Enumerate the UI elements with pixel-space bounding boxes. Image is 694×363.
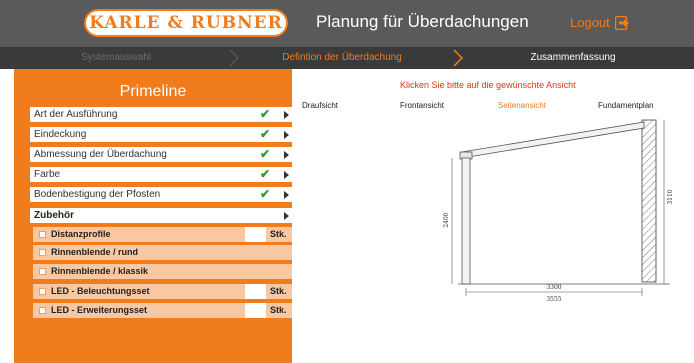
roof-beam bbox=[461, 121, 645, 159]
accessory-led-beleuchtungsset: LED - Beleuchtungsset Stk. bbox=[33, 284, 292, 299]
view-tab-fundamentplan[interactable]: Fundamentplan bbox=[598, 101, 654, 110]
quantity-input[interactable] bbox=[245, 227, 266, 242]
accessory-label: LED - Beleuchtungsset bbox=[51, 286, 150, 296]
view-instruction: Klicken Sie bitte auf die gewünschte Ans… bbox=[400, 80, 576, 90]
accessory-checkbox[interactable] bbox=[39, 249, 46, 256]
menu-item-label: Zubehör bbox=[34, 210, 74, 221]
step-definition[interactable]: Defintion der Überdachung bbox=[232, 47, 452, 69]
accessory-label: Rinnenblende / klassik bbox=[51, 266, 149, 276]
unit-label: Stk. bbox=[270, 305, 287, 315]
side-view-drawing: 2400 3110 3300 3555 bbox=[443, 119, 674, 303]
dim-depth-outer: 3555 bbox=[546, 296, 561, 303]
quantity-input[interactable] bbox=[245, 284, 266, 299]
app-title: Planung für Überdachungen bbox=[316, 12, 529, 31]
unit-label: Stk. bbox=[270, 229, 287, 239]
logout-icon bbox=[614, 15, 629, 30]
accessory-label: LED - Erweiterungsset bbox=[51, 305, 148, 315]
check-icon: ✔ bbox=[260, 127, 271, 141]
menu-item-label: Abmessung der Überdachung bbox=[34, 149, 167, 160]
accessory-rinnenblende-rund: Rinnenblende / rund bbox=[33, 245, 292, 260]
check-icon: ✔ bbox=[260, 147, 271, 161]
menu-item-art-der-ausfuehrung[interactable]: Art der Ausführung ✔ bbox=[30, 107, 292, 122]
arrow-right-icon bbox=[284, 111, 289, 119]
menu-item-eindeckung[interactable]: Eindeckung ✔ bbox=[30, 127, 292, 142]
view-tab-seitenansicht[interactable]: Seitenansicht bbox=[498, 101, 546, 110]
unit-label: Stk. bbox=[270, 286, 287, 296]
logout-button[interactable]: Logout bbox=[570, 15, 629, 30]
menu-item-farbe[interactable]: Farbe ✔ bbox=[30, 167, 292, 182]
accessory-label: Rinnenblende / rund bbox=[51, 247, 138, 257]
arrow-right-icon bbox=[284, 212, 289, 220]
accessory-checkbox[interactable] bbox=[39, 268, 46, 275]
view-tab-draufsicht[interactable]: Draufsicht bbox=[302, 101, 338, 110]
product-line-title: Primeline bbox=[119, 83, 187, 100]
progress-steps: Systemauswahl Defintion der Überdachung … bbox=[0, 47, 694, 69]
accessory-checkbox[interactable] bbox=[39, 307, 46, 314]
menu-item-abmessung[interactable]: Abmessung der Überdachung ✔ bbox=[30, 147, 292, 162]
dim-post-height: 2400 bbox=[443, 212, 450, 227]
accessory-led-erweiterungsset: LED - Erweiterungsset Stk. bbox=[33, 303, 292, 318]
wall-hatched bbox=[641, 119, 657, 283]
arrow-right-icon bbox=[284, 171, 289, 179]
menu-item-zubehoer[interactable]: Zubehör bbox=[30, 208, 292, 223]
brand-logo-text: KARLE & RUBNER bbox=[89, 13, 283, 33]
check-icon: ✔ bbox=[260, 107, 271, 121]
logout-label: Logout bbox=[570, 15, 610, 30]
accessory-distanzprofile: Distanzprofile Stk. bbox=[33, 227, 292, 242]
dim-wall-height: 3110 bbox=[667, 189, 674, 204]
menu-item-label: Bodenbestigung der Pfosten bbox=[34, 189, 161, 200]
arrow-right-icon bbox=[284, 131, 289, 139]
post bbox=[461, 157, 471, 285]
config-sidebar: Primeline Art der Ausführung ✔ Eindeckun… bbox=[14, 69, 292, 363]
menu-item-label: Art der Ausführung bbox=[34, 109, 118, 120]
quantity-input[interactable] bbox=[245, 303, 266, 318]
accessory-rinnenblende-klassik: Rinnenblende / klassik bbox=[33, 264, 292, 279]
step-zusammenfassung[interactable]: Zusammenfassung bbox=[452, 47, 694, 69]
brand-logo: KARLE & RUBNER bbox=[84, 9, 288, 37]
view-tab-frontansicht[interactable]: Frontansicht bbox=[400, 101, 444, 110]
step-systemauswahl[interactable]: Systemauswahl bbox=[0, 47, 232, 69]
check-icon: ✔ bbox=[260, 187, 271, 201]
header-bar: KARLE & RUBNER Planung für Überdachungen… bbox=[0, 0, 694, 47]
app-window: KARLE & RUBNER Planung für Überdachungen… bbox=[0, 0, 694, 363]
menu-item-bodenbefestigung[interactable]: Bodenbestigung der Pfosten ✔ bbox=[30, 187, 292, 202]
menu-item-label: Eindeckung bbox=[34, 129, 87, 140]
arrow-right-icon bbox=[284, 151, 289, 159]
accessory-checkbox[interactable] bbox=[39, 231, 46, 238]
accessory-checkbox[interactable] bbox=[39, 288, 46, 295]
menu-item-label: Farbe bbox=[34, 169, 61, 180]
accessory-label: Distanzprofile bbox=[51, 229, 111, 239]
dim-depth-inner: 3300 bbox=[546, 284, 561, 291]
check-icon: ✔ bbox=[260, 167, 271, 181]
arrow-right-icon bbox=[284, 191, 289, 199]
